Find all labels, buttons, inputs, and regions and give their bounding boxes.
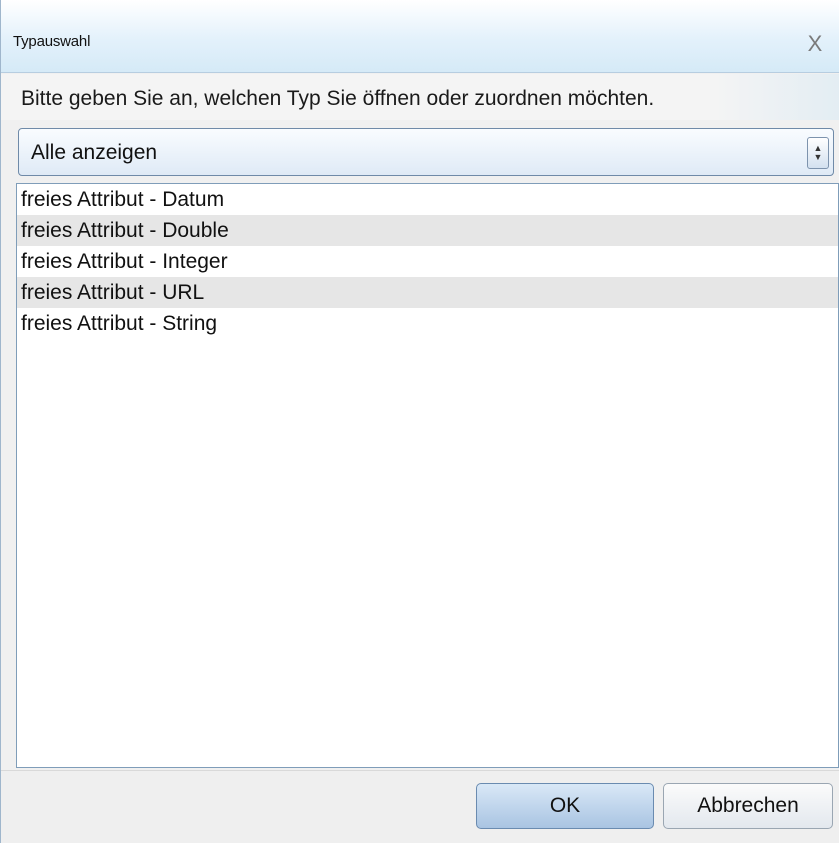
list-item[interactable]: freies Attribut - Double [17,215,838,246]
spinner-arrows-icon[interactable]: ▲ ▼ [807,137,829,169]
close-icon[interactable]: X [797,28,833,60]
cancel-button[interactable]: Abbrechen [663,783,833,829]
type-filter-select[interactable]: Alle anzeigen ▲ ▼ [18,128,834,176]
type-filter-value: Alle anzeigen [31,141,158,164]
list-item[interactable]: freies Attribut - Datum [17,184,838,215]
list-item[interactable]: freies Attribut - Integer [17,246,838,277]
ok-button[interactable]: OK [476,783,654,829]
title-bar: Typauswahl X [1,0,839,73]
dialog-title: Typauswahl [13,33,91,50]
list-item[interactable]: freies Attribut - String [17,308,838,339]
type-selection-dialog: Typauswahl X Bitte geben Sie an, welchen… [0,0,839,843]
list-item[interactable]: freies Attribut - URL [17,277,838,308]
type-list[interactable]: freies Attribut - Datum freies Attribut … [16,183,839,768]
prompt-text: Bitte geben Sie an, welchen Typ Sie öffn… [21,87,655,110]
